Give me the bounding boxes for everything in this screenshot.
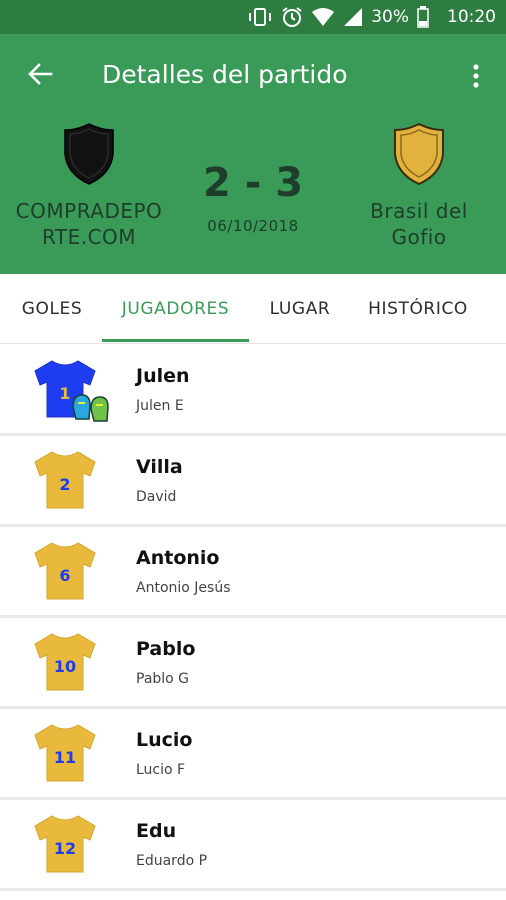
list-item[interactable]: 12 Edu Eduardo P (0, 800, 506, 891)
shield-icon (64, 123, 114, 185)
away-team[interactable]: Brasil del Gofio (344, 122, 494, 250)
player-name: Villa (136, 456, 183, 478)
clock: 10:20 (447, 7, 496, 27)
list-item[interactable]: 11 Lucio Lucio F (0, 709, 506, 800)
shirt-number: 12 (54, 839, 76, 858)
player-name: Julen (136, 365, 190, 387)
shirt-number: 6 (59, 566, 70, 585)
tab-jugadores[interactable]: JUGADORES (102, 274, 249, 344)
shirt-number: 11 (54, 748, 76, 767)
player-alias: Eduardo P (136, 853, 208, 869)
list-item[interactable]: 10 Pablo Pablo G (0, 618, 506, 709)
player-name: Pablo (136, 638, 196, 660)
wifi-icon (312, 8, 335, 26)
arrow-back-icon (28, 63, 53, 85)
player-alias: Antonio Jesús (136, 580, 231, 596)
status-icons: 30% 10:20 (247, 0, 496, 34)
shield-icon (394, 122, 444, 186)
list-item[interactable]: 2 Villa David (0, 436, 506, 527)
player-name: Lucio (136, 729, 193, 751)
shirt-number: 10 (54, 657, 76, 676)
player-alias: Julen E (136, 398, 184, 414)
shirt-number: 1 (59, 384, 70, 403)
page-title: Detalles del partido (102, 60, 348, 89)
player-name: Edu (136, 820, 177, 842)
goalkeeper-gloves-icon (72, 394, 109, 422)
more-options-button[interactable] (462, 58, 490, 94)
tab-bar: GOLES JUGADORES LUGAR HISTÓRICO (0, 274, 506, 344)
match-score: 2 - 3 (202, 160, 304, 206)
list-item[interactable]: 6 Antonio Antonio Jesús (0, 527, 506, 618)
shirt-icon: 11 (34, 724, 96, 782)
battery-percent: 30% (371, 7, 409, 27)
signal-icon (344, 8, 363, 26)
tab-goles[interactable]: GOLES (10, 274, 94, 344)
more-vert-icon (473, 64, 479, 88)
status-bar: 30% 10:20 (0, 0, 506, 34)
battery-icon (417, 6, 429, 28)
match-date: 06/10/2018 (207, 217, 299, 235)
active-tab-indicator (102, 339, 249, 342)
tab-historico[interactable]: HISTÓRICO (356, 274, 480, 344)
player-name: Antonio (136, 547, 220, 569)
tab-lugar[interactable]: LUGAR (256, 274, 344, 344)
player-list: 1 Julen Julen E 2 Villa David 6 Antonio … (0, 345, 506, 891)
shirt-icon: 12 (34, 815, 96, 873)
home-team[interactable]: COMPRADEPORTE.COM (14, 122, 164, 250)
back-button[interactable] (22, 56, 58, 92)
shirt-number: 2 (59, 475, 70, 494)
shirt-icon: 2 (34, 451, 96, 509)
player-alias: Lucio F (136, 762, 186, 778)
player-alias: David (136, 489, 177, 505)
shirt-icon: 6 (34, 542, 96, 600)
home-team-name: COMPRADEPORTE.COM (15, 199, 163, 249)
list-item[interactable]: 1 Julen Julen E (0, 345, 506, 436)
player-alias: Pablo G (136, 671, 190, 687)
shirt-icon: 10 (34, 633, 96, 691)
match-header: Detalles del partido COMPRADEPORTE.COM 2… (0, 34, 506, 274)
away-team-name: Brasil del Gofio (370, 199, 468, 249)
vibrate-icon (249, 8, 272, 26)
alarm-icon (282, 7, 302, 27)
